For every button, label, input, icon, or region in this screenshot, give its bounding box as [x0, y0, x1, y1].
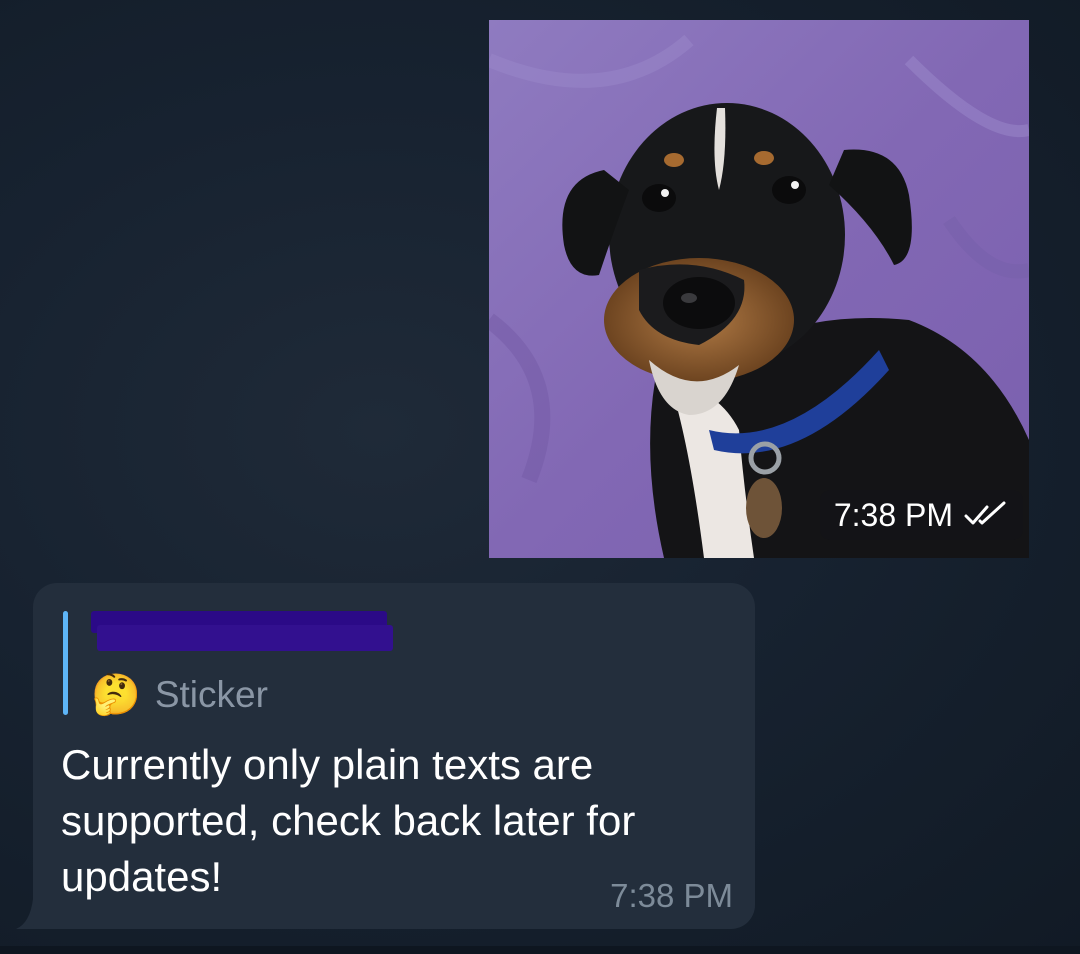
- quote-type-label: Sticker: [154, 674, 268, 715]
- reply-message-bubble[interactable]: 🤔 Sticker Currently only plain texts are…: [33, 583, 755, 929]
- quoted-message[interactable]: 🤔 Sticker: [63, 607, 723, 717]
- sticker-time-badge: 7:38 PM: [819, 490, 1023, 540]
- sticker-time: 7:38 PM: [833, 496, 953, 533]
- chat-area: 7:38 PM 🤔 Sticker Currently only plain t…: [0, 0, 1080, 954]
- message-time: 7:38 PM: [610, 877, 733, 914]
- sticker-message[interactable]: 7:38 PM: [489, 20, 1029, 558]
- thinking-face-icon: 🤔: [91, 673, 141, 717]
- double-check-icon: [964, 501, 1006, 525]
- quote-preview: 🤔 Sticker: [91, 673, 268, 717]
- bottom-edge: [0, 946, 1080, 954]
- quote-author-redacted: [91, 611, 393, 651]
- quote-accent-bar: [63, 611, 68, 715]
- dog-sticker-image: [489, 20, 1029, 558]
- redaction-mark: [97, 625, 393, 651]
